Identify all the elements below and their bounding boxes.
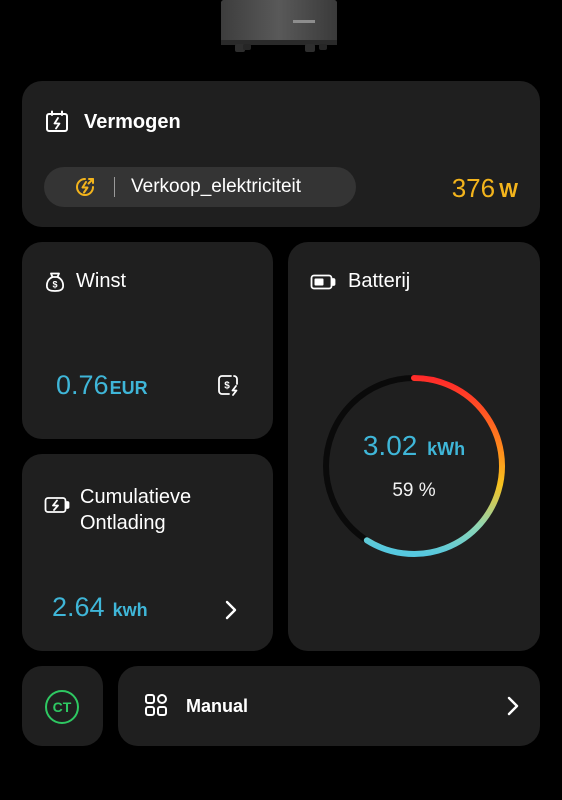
- battery-energy-value: 3.02: [362, 430, 418, 461]
- power-value-number: 376: [451, 173, 496, 203]
- battery-title-label: Batterij: [348, 270, 411, 292]
- money-bag-icon: $: [44, 271, 66, 293]
- grid-apps-icon: [144, 693, 168, 717]
- power-value: 376 W: [452, 173, 518, 204]
- battery-card[interactable]: Batterij 3.02 kWh 59 %: [288, 242, 540, 651]
- profit-card[interactable]: $ Winst 0.76EUR $: [22, 242, 273, 439]
- profit-detail-icon[interactable]: $: [216, 373, 240, 397]
- battery-icon: [310, 274, 336, 290]
- battery-percent: 59 %: [392, 480, 436, 501]
- profit-value-number: 0.76: [56, 370, 109, 400]
- svg-text:$: $: [52, 279, 57, 289]
- battery-gauge: 3.02 kWh 59 %: [322, 374, 506, 558]
- power-card: Vermogen Verkoop_elektriciteit 376 W: [22, 81, 540, 227]
- chevron-right-icon[interactable]: [222, 599, 240, 621]
- profit-title-label: Winst: [76, 270, 126, 292]
- profit-value: 0.76EUR: [56, 370, 148, 401]
- pill-divider: [114, 177, 115, 197]
- manual-mode-card[interactable]: Manual: [118, 666, 540, 746]
- discharge-title: Cumulatieve Ontlading: [44, 484, 191, 536]
- battery-title: Batterij: [310, 270, 410, 293]
- power-value-unit: W: [499, 180, 518, 202]
- ct-card[interactable]: CT: [22, 666, 103, 746]
- profit-value-unit: EUR: [109, 378, 148, 398]
- discharge-value-unit: kwh: [112, 600, 148, 620]
- svg-text:$: $: [224, 381, 230, 392]
- battery-charging-icon: [44, 496, 70, 536]
- discharge-value-number: 2.64: [52, 592, 105, 622]
- battery-gauge-arc: [363, 375, 505, 557]
- operation-mode-pill[interactable]: Verkoop_elektriciteit: [44, 167, 356, 207]
- sell-electricity-icon: [72, 174, 98, 200]
- operation-mode-label: Verkoop_elektriciteit: [131, 176, 302, 197]
- manual-label: Manual: [186, 696, 249, 716]
- power-title-label: Vermogen: [84, 110, 181, 133]
- cumulative-discharge-card[interactable]: Cumulatieve Ontlading 2.64 kwh: [22, 454, 273, 651]
- discharge-title-line1: Cumulatieve: [80, 486, 192, 508]
- power-title: Vermogen: [44, 109, 181, 135]
- battery-device-image: [221, 0, 337, 52]
- chevron-right-icon[interactable]: [504, 695, 522, 717]
- profit-title: $ Winst: [44, 270, 126, 293]
- discharge-title-line2: Ontlading: [80, 512, 166, 534]
- battery-energy-unit: kWh: [427, 439, 466, 459]
- calendar-bolt-icon: [44, 109, 70, 135]
- battery-energy: 3.02 kWh: [322, 430, 506, 462]
- discharge-value: 2.64 kwh: [52, 592, 148, 623]
- ct-badge: CT: [45, 690, 79, 724]
